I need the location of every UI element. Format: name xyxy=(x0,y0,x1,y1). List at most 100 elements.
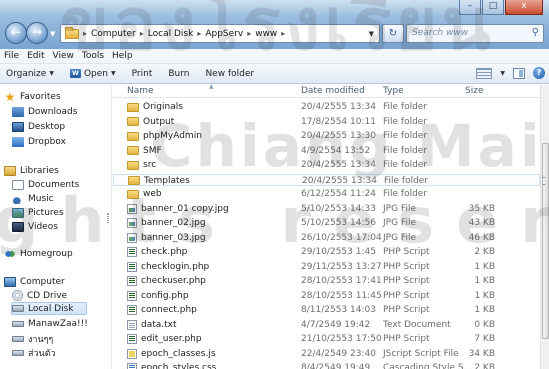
file-name-cell[interactable]: web xyxy=(127,189,162,199)
file-name-cell[interactable]: config.php xyxy=(127,290,189,301)
new-folder-button[interactable]: New folder xyxy=(205,69,254,79)
file-name-cell[interactable]: checklogin.php xyxy=(127,261,209,272)
preview-pane-icon[interactable] xyxy=(513,67,525,79)
menu-help[interactable]: Help xyxy=(112,51,133,61)
recent-pages-dropdown[interactable]: ▼ xyxy=(50,30,55,38)
scroll-thumb[interactable] xyxy=(542,143,549,339)
file-name-cell[interactable]: phpMyAdmin xyxy=(127,131,202,141)
address-dropdown-icon[interactable]: ▼ xyxy=(369,30,379,38)
print-button[interactable]: Print xyxy=(132,69,153,79)
scroll-grip-icon xyxy=(542,177,545,185)
file-name-cell[interactable]: Templates xyxy=(128,176,190,186)
breadcrumb-computer[interactable]: Computer xyxy=(91,29,136,39)
nav-libraries[interactable]: Libraries xyxy=(4,164,59,177)
file-row[interactable]: config.php 28/10/2553 11:45 PHP Script 1 KB xyxy=(113,290,540,302)
file-row[interactable]: connect.php 8/11/2553 14:03 PHP Script 1 KB xyxy=(113,304,540,316)
chevron-right-icon[interactable]: ▸ xyxy=(140,29,144,38)
file-name-cell[interactable]: check.php xyxy=(127,247,187,257)
nav-videos[interactable]: Videos xyxy=(12,220,58,233)
nav-homegroup[interactable]: Homegroup xyxy=(4,247,73,260)
file-row[interactable]: web 6/12/2554 11:24 File folder xyxy=(113,188,540,200)
file-name: Templates xyxy=(144,175,190,186)
chevron-down-icon[interactable]: ▼ xyxy=(500,70,505,77)
file-row[interactable]: epoch_styles.css 8/4/2549 19:49 Cascading … xyxy=(113,362,540,369)
file-row[interactable]: SMF 4/9/2554 13:52 File folder xyxy=(113,145,540,157)
nav-pictures[interactable]: Pictures xyxy=(12,206,64,219)
breadcrumb-www[interactable]: www xyxy=(255,29,277,39)
column-size[interactable]: Size xyxy=(465,86,483,96)
chevron-right-icon[interactable]: ▸ xyxy=(83,29,87,38)
menu-view[interactable]: View xyxy=(53,51,74,61)
change-view-icon[interactable] xyxy=(476,67,493,79)
menu-edit[interactable]: Edit xyxy=(27,51,44,61)
menu-tools[interactable]: Tools xyxy=(82,51,104,61)
file-name-cell[interactable]: data.txt xyxy=(127,319,177,330)
nav-favorites[interactable]: ★ Favorites xyxy=(4,90,61,103)
file-name-cell[interactable]: banner_03.jpg xyxy=(127,232,206,243)
back-button[interactable]: ← xyxy=(5,22,27,44)
nav-music[interactable]: Music xyxy=(12,192,54,205)
file-row[interactable]: checkuser.php 28/10/2553 17:41 PHP Script 1… xyxy=(113,275,540,287)
file-name-cell[interactable]: checkuser.php xyxy=(127,276,206,286)
minimize-button[interactable]: – xyxy=(459,0,481,15)
nav-dropbox[interactable]: Dropbox xyxy=(12,135,66,148)
nav-desktop[interactable]: Desktop xyxy=(12,120,65,133)
nav-local-disk[interactable]: Local Disk xyxy=(11,302,87,315)
file-row[interactable]: check.php 29/10/2553 1:45 PHP Script 2 KB xyxy=(113,246,540,258)
nav-downloads[interactable]: Downloads xyxy=(12,105,77,118)
breadcrumb-local-disk[interactable]: Local Disk xyxy=(148,29,194,39)
column-date-modified[interactable]: Date modified xyxy=(301,86,365,96)
forward-button[interactable]: → xyxy=(26,22,48,44)
column-name[interactable]: Name xyxy=(127,86,154,96)
chevron-right-icon[interactable]: ▸ xyxy=(281,29,285,38)
file-row[interactable]: edit_user.php 21/10/2553 17:50 PHP Script 7… xyxy=(113,333,540,345)
close-button[interactable]: x xyxy=(505,0,543,15)
address-bar[interactable]: ▸ Computer ▸ Local Disk ▸ AppServ ▸ www … xyxy=(60,24,380,43)
file-name-cell[interactable]: epoch_styles.css xyxy=(127,363,216,369)
sort-indicator-icon: ▲ xyxy=(209,83,214,90)
search-input[interactable]: Search www ⚲ xyxy=(406,24,544,43)
open-button[interactable]: W Open ▼ xyxy=(69,69,116,79)
search-icon[interactable]: ⚲ xyxy=(532,27,539,38)
file-row[interactable]: banner_03.jpg 26/10/2553 17:04 JPG File 46 … xyxy=(113,232,540,244)
file-row[interactable]: Originals 20/4/2555 13:34 File folder xyxy=(113,101,540,113)
column-type[interactable]: Type xyxy=(383,86,404,96)
file-row[interactable]: Output 17/8/2554 10:11 File folder xyxy=(113,116,540,128)
organize-button[interactable]: Organize ▼ xyxy=(6,69,54,79)
file-row[interactable]: src 20/4/2555 13:34 File folder xyxy=(113,159,540,171)
file-row[interactable]: phpMyAdmin 20/4/2555 13:30 File folder xyxy=(113,130,540,142)
file-row[interactable]: checklogin.php 29/11/2553 13:27 PHP Script… xyxy=(113,261,540,273)
file-row[interactable]: banner_01 copy.jpg 5/10/2553 14:33 JPG Fil… xyxy=(113,203,540,215)
file-size: 7 KB xyxy=(474,334,495,344)
burn-button[interactable]: Burn xyxy=(168,69,189,79)
nav-computer[interactable]: Computer xyxy=(4,275,65,288)
nav-drive-thai-2[interactable]: ส่วนตัว xyxy=(12,346,56,359)
nav-manawzaa[interactable]: ManawZaa!!! xyxy=(12,317,88,330)
file-name-cell[interactable]: Output xyxy=(127,117,174,127)
file-name-cell[interactable]: connect.php xyxy=(127,305,197,315)
pane-splitter[interactable] xyxy=(107,213,109,223)
vertical-scrollbar[interactable] xyxy=(540,85,549,369)
maximize-button[interactable]: □ xyxy=(482,0,504,15)
file-row[interactable]: data.txt 4/7/2549 19:42 Text Document 0 KB xyxy=(113,319,540,331)
file-name-cell[interactable]: banner_02.jpg xyxy=(127,218,206,228)
file-name: config.php xyxy=(141,290,189,301)
nav-cd-drive[interactable]: CD Drive xyxy=(12,289,67,302)
nav-documents[interactable]: Documents xyxy=(12,178,79,191)
file-row[interactable]: Templates 20/4/2555 13:34 File folder xyxy=(113,173,540,186)
refresh-button[interactable]: ↻ xyxy=(382,24,404,43)
file-row[interactable]: epoch_classes.js 22/4/2549 23:40 JScript S… xyxy=(113,348,540,360)
file-row[interactable]: banner_02.jpg 5/10/2553 14:56 JPG File 43 K… xyxy=(113,217,540,229)
file-name-cell[interactable]: banner_01 copy.jpg xyxy=(127,203,229,214)
file-name-cell[interactable]: epoch_classes.js xyxy=(127,348,216,359)
file-name-cell[interactable]: SMF xyxy=(127,146,162,156)
nav-drive-thai-1[interactable]: งานๆๆ xyxy=(12,332,53,345)
file-name-cell[interactable]: Originals xyxy=(127,102,183,112)
chevron-right-icon[interactable]: ▸ xyxy=(247,29,251,38)
breadcrumb-appserv[interactable]: AppServ xyxy=(205,29,243,39)
help-icon[interactable]: ? xyxy=(533,67,545,79)
file-name-cell[interactable]: src xyxy=(127,160,156,170)
file-name-cell[interactable]: edit_user.php xyxy=(127,334,202,344)
menu-file[interactable]: File xyxy=(4,51,19,61)
chevron-right-icon[interactable]: ▸ xyxy=(197,29,201,38)
